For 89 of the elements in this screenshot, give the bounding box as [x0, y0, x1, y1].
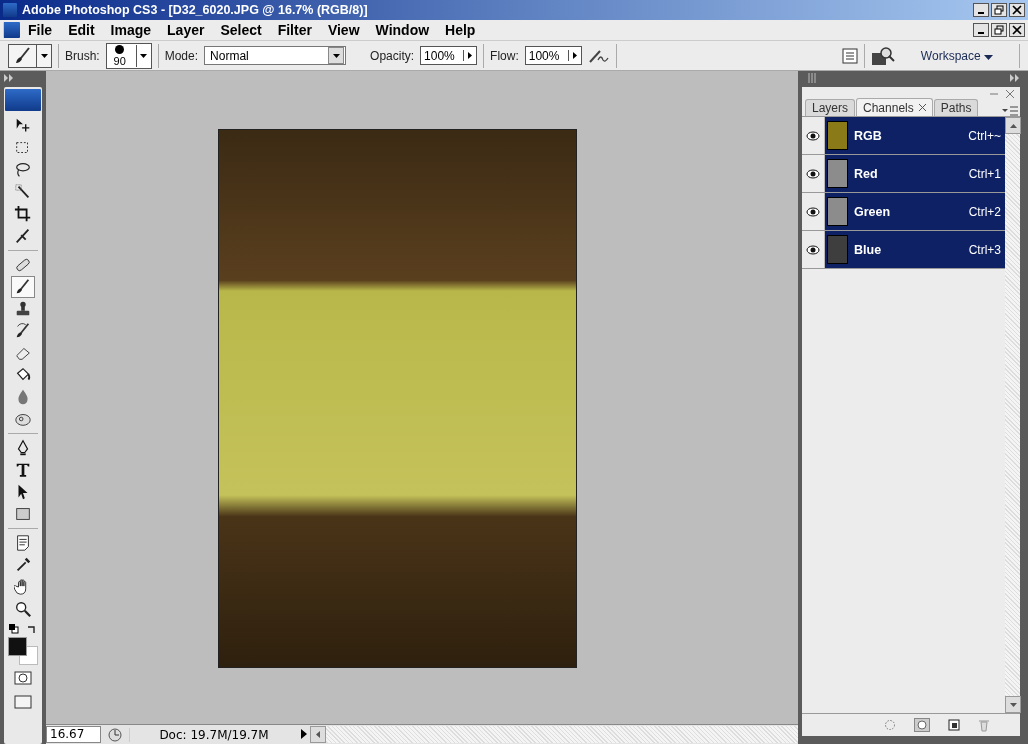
- channel-shortcut: Ctrl+1: [968, 166, 1001, 181]
- eye-icon: [806, 130, 820, 141]
- panel-tab[interactable]: Paths: [933, 99, 979, 116]
- brush-icon: [13, 45, 33, 66]
- menu-item[interactable]: Select: [212, 22, 270, 38]
- caret-icon: [332, 53, 340, 58]
- menu-item[interactable]: Layer: [159, 22, 213, 38]
- close-icon: [1012, 5, 1022, 15]
- opacity-field[interactable]: 100%: [420, 46, 478, 65]
- eye-icon: [806, 244, 820, 255]
- channel-shortcut: Ctrl+~: [968, 128, 1001, 143]
- quick-mask-icon[interactable]: [14, 671, 32, 685]
- brush-label: Brush:: [65, 48, 100, 63]
- up-arrow-icon[interactable]: [1009, 123, 1017, 128]
- swap-colors-icon[interactable]: [27, 624, 37, 634]
- menu-item[interactable]: Edit: [60, 22, 103, 38]
- panel-tab[interactable]: Channels: [856, 98, 933, 116]
- channel-name: RGB: [854, 128, 883, 143]
- eye-icon: [806, 206, 820, 217]
- opacity-label: Opacity:: [370, 48, 415, 63]
- right-arrow-icon: [301, 728, 307, 739]
- channel-thumbnail: [827, 159, 848, 188]
- brush-picker[interactable]: 90: [105, 42, 152, 69]
- close-button[interactable]: [1009, 23, 1025, 37]
- channel-thumbnail: [827, 235, 848, 264]
- zoom-field[interactable]: 16.67: [46, 726, 101, 743]
- bridge-search-icon[interactable]: [870, 45, 895, 66]
- color-swatches-icon[interactable]: [8, 637, 38, 665]
- status-icon[interactable]: [107, 726, 123, 743]
- vertical-scrollbar[interactable]: [1005, 117, 1020, 713]
- mask-icon[interactable]: [914, 718, 930, 732]
- app-logo-icon: [5, 89, 41, 111]
- window-title: Adobe Photoshop CS3 - [D32_6020.JPG @ 16.7% (RGB/8)]: [22, 3, 368, 17]
- flow-label: Flow:: [490, 48, 519, 63]
- menu-item[interactable]: Image: [102, 22, 160, 38]
- mode-dropdown[interactable]: Normal: [204, 46, 347, 65]
- channel-name: Green: [854, 204, 892, 219]
- channel-shortcut: Ctrl+3: [968, 242, 1001, 257]
- close-icon[interactable]: [918, 104, 926, 111]
- app-logo-icon: [3, 3, 17, 17]
- menu-item[interactable]: Filter: [269, 22, 320, 38]
- minimize-icon: [978, 12, 984, 14]
- close-icon: [1012, 25, 1022, 35]
- grip-icon: [808, 73, 816, 83]
- workspace-button[interactable]: Workspace: [914, 47, 999, 64]
- right-caret-icon: [468, 52, 473, 59]
- new-channel-icon[interactable]: [948, 719, 960, 731]
- channel-item[interactable]: RGB Ctrl+~: [825, 117, 1005, 154]
- menu-item[interactable]: View: [319, 22, 368, 38]
- restore-button[interactable]: [991, 23, 1007, 37]
- close-icon[interactable]: [1006, 90, 1014, 98]
- caret-icon: [984, 54, 993, 60]
- caret-icon: [140, 53, 148, 58]
- tool-preset-picker[interactable]: [8, 43, 52, 68]
- horizontal-scrollbar[interactable]: [310, 726, 798, 743]
- dotted-circle-icon[interactable]: [884, 719, 896, 731]
- flow-field[interactable]: 100%: [524, 46, 582, 65]
- channel-item[interactable]: Red Ctrl+1: [825, 155, 1005, 192]
- menu-item[interactable]: File: [20, 22, 61, 38]
- restore-button[interactable]: [991, 3, 1007, 17]
- channel-name: Blue: [854, 242, 883, 257]
- minimize-button[interactable]: [973, 23, 989, 37]
- minimize-icon: [978, 32, 984, 34]
- menu-item[interactable]: Help: [437, 22, 484, 38]
- caret-icon: [40, 53, 48, 58]
- panel-tab[interactable]: Layers: [805, 99, 856, 116]
- right-caret-icon: [572, 52, 577, 59]
- minimize-button[interactable]: [973, 3, 989, 17]
- palette-well-icon[interactable]: [841, 47, 858, 64]
- brush-tool-icon[interactable]: [11, 276, 35, 298]
- panel-menu-icon[interactable]: [1002, 106, 1018, 116]
- down-arrow-icon[interactable]: [1009, 702, 1017, 707]
- channel-name: Red: [854, 166, 879, 181]
- left-arrow-icon[interactable]: [316, 731, 320, 738]
- mode-label: Mode:: [164, 48, 199, 63]
- document-size-text: Doc: 19.7M/19.7M: [129, 727, 298, 742]
- channel-thumbnail: [827, 121, 848, 150]
- channel-item[interactable]: Green Ctrl+2: [825, 193, 1005, 230]
- channel-thumbnail: [827, 197, 848, 226]
- default-colors-icon[interactable]: [9, 624, 19, 634]
- menu-item[interactable]: Window: [367, 22, 438, 38]
- document-icon[interactable]: [3, 22, 20, 38]
- close-button[interactable]: [1009, 3, 1025, 17]
- expand-icon[interactable]: [4, 74, 14, 82]
- eye-icon: [806, 168, 820, 179]
- channel-item[interactable]: Blue Ctrl+3: [825, 231, 1005, 268]
- channel-shortcut: Ctrl+2: [968, 204, 1001, 219]
- collapse-icon[interactable]: [1010, 74, 1020, 82]
- screen-mode-icon[interactable]: [14, 695, 32, 709]
